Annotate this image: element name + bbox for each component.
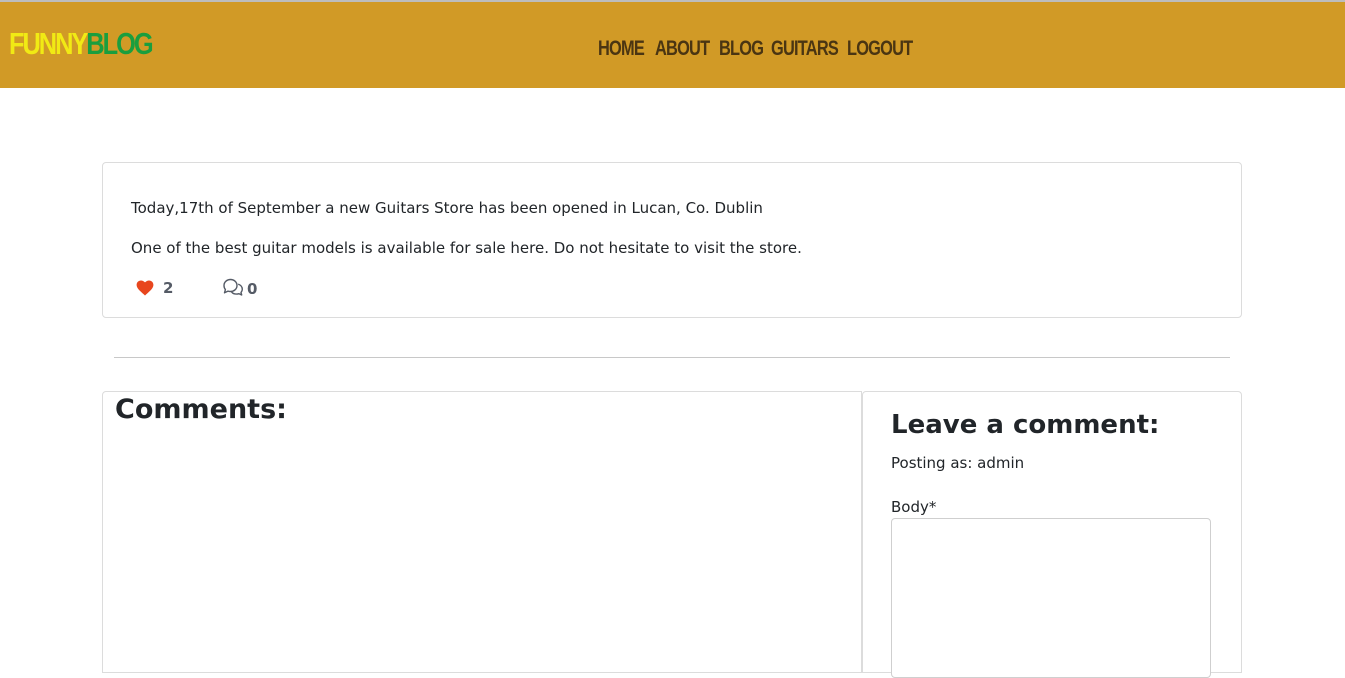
nav-logout-link[interactable]: LOGOUT: [847, 36, 913, 62]
post-paragraph: Today,17th of September a new Guitars St…: [131, 199, 763, 217]
brand-logo[interactable]: FUNNYBLOG: [9, 26, 154, 62]
nav-home-link[interactable]: HOME: [598, 36, 645, 62]
posting-as-text: Posting as: admin: [891, 454, 1025, 472]
nav-about-link[interactable]: ABOUT: [655, 36, 710, 62]
brand-part-funny: FUNNY: [9, 26, 88, 61]
section-divider: [114, 357, 1230, 358]
navbar: FUNNYBLOG HOME ABOUT BLOG GUITARS LOGOUT: [0, 2, 1345, 88]
comments-panel: Comments:: [102, 391, 862, 673]
comment-form-panel: Leave a comment: Posting as: admin Body*: [862, 391, 1242, 678]
comments-heading: Comments:: [115, 394, 287, 425]
post-paragraph: One of the best guitar models is availab…: [131, 239, 802, 257]
comment-body-textarea[interactable]: [891, 518, 1211, 678]
nav-guitars-link[interactable]: GUITARS: [771, 36, 839, 62]
comment-count: 0: [247, 280, 258, 298]
chat-bubbles-icon: [222, 278, 244, 300]
comment-count-indicator: 0: [222, 278, 257, 300]
heart-icon: [136, 280, 154, 296]
post-card: Today,17th of September a new Guitars St…: [102, 162, 1242, 318]
comment-form-heading: Leave a comment:: [891, 410, 1160, 440]
body-field-label: Body*: [891, 498, 937, 516]
nav-blog-link[interactable]: BLOG: [719, 36, 764, 62]
like-count: 2: [163, 279, 174, 297]
brand-part-blog: BLOG: [86, 26, 153, 61]
like-button[interactable]: 2: [136, 279, 173, 297]
